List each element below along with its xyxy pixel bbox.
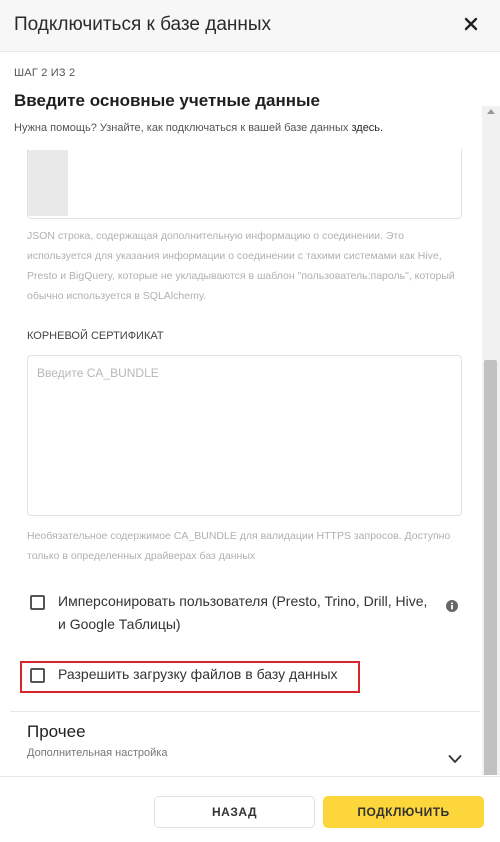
certificate-label: КОРНЕВОЙ СЕРТИФИКАТ [27,330,164,342]
scrollbar-thumb[interactable] [484,360,497,775]
extra-json-hint: JSON строка, содержащая дополнительную и… [27,230,455,302]
modal-title: Подключиться к базе данных [14,14,272,35]
certificate-placeholder: Введите CA_BUNDLE [37,366,159,380]
help-text: Нужна помощь? Узнайте, как подключаться … [14,122,383,134]
info-icon[interactable] [446,599,458,612]
help-link[interactable]: здесь. [351,122,383,134]
chevron-down-icon[interactable] [448,751,462,763]
modal-header: Подключиться к базе данных [0,0,500,52]
other-section-title[interactable]: Прочее [27,722,86,742]
modal-footer: НАЗАД ПОДКЛЮЧИТЬ [0,776,500,842]
upload-checkbox[interactable] [30,668,45,683]
extra-json-field[interactable] [27,149,462,219]
form-heading: Введите основные учетные данные [14,91,320,110]
impersonate-checkbox[interactable] [30,595,45,610]
step-indicator: ШАГ 2 ИЗ 2 [14,67,76,79]
certificate-field[interactable]: Введите CA_BUNDLE [27,355,462,516]
upload-label: Разрешить загрузку файлов в базу данных [58,666,338,682]
form-scroll-area[interactable]: JSON строка, содержащая дополнительную и… [10,149,480,775]
other-section-subtitle: Дополнительная настройка [27,747,168,759]
connect-button[interactable]: ПОДКЛЮЧИТЬ [323,796,484,828]
section-divider [10,711,480,712]
help-text-label: Нужна помощь? Узнайте, как подключаться … [14,122,349,134]
json-editor-gutter [28,150,68,216]
scrollbar[interactable] [482,106,500,775]
certificate-hint: Необязательное содержимое CA_BUNDLE для … [27,530,451,562]
impersonate-label: Имперсонировать пользователя (Presto, Tr… [58,593,428,632]
modal-body: ШАГ 2 ИЗ 2 Введите основные учетные данн… [0,53,500,775]
scroll-up-arrow-icon[interactable] [487,109,495,114]
upload-option[interactable]: Разрешить загрузку файлов в базу данных [30,666,338,686]
close-icon[interactable] [462,14,480,34]
back-button[interactable]: НАЗАД [154,796,315,828]
impersonate-option[interactable]: Имперсонировать пользователя (Presto, Tr… [30,591,428,636]
